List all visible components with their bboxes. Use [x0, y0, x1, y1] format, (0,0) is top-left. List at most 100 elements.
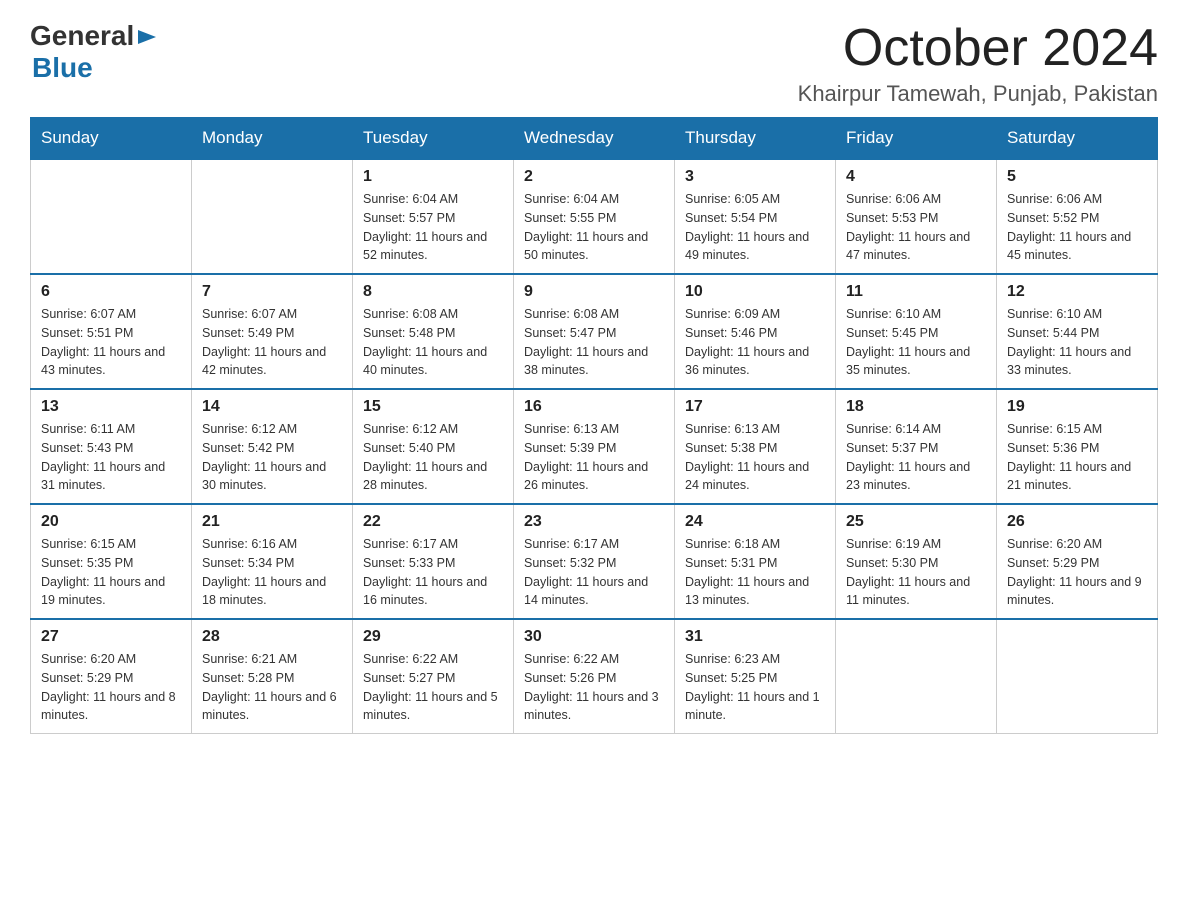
day-number: 12 [1007, 283, 1147, 301]
weekday-header-monday: Monday [192, 118, 353, 160]
logo-blue-text: Blue [32, 52, 158, 84]
calendar-cell: 26 Sunrise: 6:20 AMSunset: 5:29 PMDayligh… [997, 504, 1158, 619]
day-info: Sunrise: 6:20 AMSunset: 5:29 PMDaylight:… [41, 650, 181, 725]
day-number: 5 [1007, 168, 1147, 186]
day-number: 28 [202, 628, 342, 646]
calendar-cell: 11 Sunrise: 6:10 AMSunset: 5:45 PMDayligh… [836, 274, 997, 389]
day-number: 25 [846, 513, 986, 531]
day-number: 15 [363, 398, 503, 416]
day-number: 16 [524, 398, 664, 416]
day-number: 3 [685, 168, 825, 186]
day-number: 21 [202, 513, 342, 531]
day-number: 30 [524, 628, 664, 646]
calendar-week-row: 13 Sunrise: 6:11 AMSunset: 5:43 PMDayligh… [31, 389, 1158, 504]
calendar-cell: 17Sunrise: 6:13 AMSunset: 5:38 PMDayligh… [675, 389, 836, 504]
day-number: 6 [41, 283, 181, 301]
day-number: 23 [524, 513, 664, 531]
calendar-week-row: 20 Sunrise: 6:15 AMSunset: 5:35 PMDayligh… [31, 504, 1158, 619]
calendar-cell: 10 Sunrise: 6:09 AMSunset: 5:46 PMDayligh… [675, 274, 836, 389]
day-number: 29 [363, 628, 503, 646]
day-info: Sunrise: 6:22 AMSunset: 5:26 PMDaylight:… [524, 650, 664, 725]
location-subtitle: Khairpur Tamewah, Punjab, Pakistan [798, 81, 1158, 107]
weekday-header-friday: Friday [836, 118, 997, 160]
day-info: Sunrise: 6:21 AMSunset: 5:28 PMDaylight:… [202, 650, 342, 725]
calendar-cell: 2 Sunrise: 6:04 AMSunset: 5:55 PMDaylight… [514, 159, 675, 274]
day-number: 20 [41, 513, 181, 531]
logo-arrow-icon [136, 26, 158, 48]
day-number: 9 [524, 283, 664, 301]
weekday-header-saturday: Saturday [997, 118, 1158, 160]
day-info: Sunrise: 6:13 AMSunset: 5:39 PMDaylight:… [524, 420, 664, 495]
day-info: Sunrise: 6:14 AMSunset: 5:37 PMDaylight:… [846, 420, 986, 495]
weekday-header-tuesday: Tuesday [353, 118, 514, 160]
calendar-cell: 16 Sunrise: 6:13 AMSunset: 5:39 PMDayligh… [514, 389, 675, 504]
day-info: Sunrise: 6:13 AMSunset: 5:38 PMDaylight:… [685, 420, 825, 495]
weekday-header-sunday: Sunday [31, 118, 192, 160]
day-info: Sunrise: 6:10 AMSunset: 5:44 PMDaylight:… [1007, 305, 1147, 380]
calendar-cell [192, 159, 353, 274]
day-number: 26 [1007, 513, 1147, 531]
day-info: Sunrise: 6:10 AMSunset: 5:45 PMDaylight:… [846, 305, 986, 380]
calendar-cell [997, 619, 1158, 734]
calendar-table: SundayMondayTuesdayWednesdayThursdayFrid… [30, 117, 1158, 734]
calendar-cell: 7 Sunrise: 6:07 AMSunset: 5:49 PMDaylight… [192, 274, 353, 389]
day-number: 18 [846, 398, 986, 416]
calendar-cell: 19Sunrise: 6:15 AMSunset: 5:36 PMDayligh… [997, 389, 1158, 504]
calendar-cell: 18 Sunrise: 6:14 AMSunset: 5:37 PMDayligh… [836, 389, 997, 504]
day-info: Sunrise: 6:12 AMSunset: 5:40 PMDaylight:… [363, 420, 503, 495]
calendar-cell: 21Sunrise: 6:16 AMSunset: 5:34 PMDayligh… [192, 504, 353, 619]
calendar-cell: 25Sunrise: 6:19 AMSunset: 5:30 PMDayligh… [836, 504, 997, 619]
calendar-cell: 27 Sunrise: 6:20 AMSunset: 5:29 PMDayligh… [31, 619, 192, 734]
calendar-cell: 20 Sunrise: 6:15 AMSunset: 5:35 PMDayligh… [31, 504, 192, 619]
day-info: Sunrise: 6:09 AMSunset: 5:46 PMDaylight:… [685, 305, 825, 380]
calendar-cell: 8Sunrise: 6:08 AMSunset: 5:48 PMDaylight… [353, 274, 514, 389]
calendar-cell: 22 Sunrise: 6:17 AMSunset: 5:33 PMDayligh… [353, 504, 514, 619]
day-info: Sunrise: 6:06 AMSunset: 5:52 PMDaylight:… [1007, 190, 1147, 265]
day-info: Sunrise: 6:17 AMSunset: 5:32 PMDaylight:… [524, 535, 664, 610]
day-info: Sunrise: 6:06 AMSunset: 5:53 PMDaylight:… [846, 190, 986, 265]
calendar-cell: 6Sunrise: 6:07 AMSunset: 5:51 PMDaylight… [31, 274, 192, 389]
day-info: Sunrise: 6:04 AMSunset: 5:55 PMDaylight:… [524, 190, 664, 265]
month-title: October 2024 [798, 20, 1158, 77]
calendar-cell: 15 Sunrise: 6:12 AMSunset: 5:40 PMDayligh… [353, 389, 514, 504]
day-number: 7 [202, 283, 342, 301]
calendar-week-row: 6Sunrise: 6:07 AMSunset: 5:51 PMDaylight… [31, 274, 1158, 389]
day-info: Sunrise: 6:20 AMSunset: 5:29 PMDaylight:… [1007, 535, 1147, 610]
logo: General Blue [30, 20, 158, 84]
logo-general-text: General [30, 20, 134, 52]
day-number: 24 [685, 513, 825, 531]
day-info: Sunrise: 6:17 AMSunset: 5:33 PMDaylight:… [363, 535, 503, 610]
calendar-cell: 30 Sunrise: 6:22 AMSunset: 5:26 PMDayligh… [514, 619, 675, 734]
day-info: Sunrise: 6:05 AMSunset: 5:54 PMDaylight:… [685, 190, 825, 265]
calendar-cell: 13 Sunrise: 6:11 AMSunset: 5:43 PMDayligh… [31, 389, 192, 504]
day-info: Sunrise: 6:22 AMSunset: 5:27 PMDaylight:… [363, 650, 503, 725]
day-info: Sunrise: 6:07 AMSunset: 5:49 PMDaylight:… [202, 305, 342, 380]
calendar-cell [836, 619, 997, 734]
calendar-week-row: 27 Sunrise: 6:20 AMSunset: 5:29 PMDayligh… [31, 619, 1158, 734]
day-number: 4 [846, 168, 986, 186]
title-section: October 2024 Khairpur Tamewah, Punjab, P… [798, 20, 1158, 107]
day-info: Sunrise: 6:23 AMSunset: 5:25 PMDaylight:… [685, 650, 825, 725]
day-info: Sunrise: 6:11 AMSunset: 5:43 PMDaylight:… [41, 420, 181, 495]
weekday-header-thursday: Thursday [675, 118, 836, 160]
page-header: General Blue October 2024 Khairpur Tamew… [30, 20, 1158, 107]
day-info: Sunrise: 6:08 AMSunset: 5:47 PMDaylight:… [524, 305, 664, 380]
calendar-cell: 24 Sunrise: 6:18 AMSunset: 5:31 PMDayligh… [675, 504, 836, 619]
day-number: 27 [41, 628, 181, 646]
day-info: Sunrise: 6:15 AMSunset: 5:36 PMDaylight:… [1007, 420, 1147, 495]
day-info: Sunrise: 6:18 AMSunset: 5:31 PMDaylight:… [685, 535, 825, 610]
day-number: 22 [363, 513, 503, 531]
day-number: 31 [685, 628, 825, 646]
calendar-cell: 1Sunrise: 6:04 AMSunset: 5:57 PMDaylight… [353, 159, 514, 274]
calendar-cell: 28 Sunrise: 6:21 AMSunset: 5:28 PMDayligh… [192, 619, 353, 734]
day-number: 11 [846, 283, 986, 301]
day-number: 10 [685, 283, 825, 301]
day-number: 13 [41, 398, 181, 416]
day-number: 2 [524, 168, 664, 186]
calendar-week-row: 1Sunrise: 6:04 AMSunset: 5:57 PMDaylight… [31, 159, 1158, 274]
day-info: Sunrise: 6:15 AMSunset: 5:35 PMDaylight:… [41, 535, 181, 610]
calendar-cell: 3 Sunrise: 6:05 AMSunset: 5:54 PMDaylight… [675, 159, 836, 274]
day-info: Sunrise: 6:08 AMSunset: 5:48 PMDaylight:… [363, 305, 503, 380]
calendar-header-row: SundayMondayTuesdayWednesdayThursdayFrid… [31, 118, 1158, 160]
day-info: Sunrise: 6:12 AMSunset: 5:42 PMDaylight:… [202, 420, 342, 495]
